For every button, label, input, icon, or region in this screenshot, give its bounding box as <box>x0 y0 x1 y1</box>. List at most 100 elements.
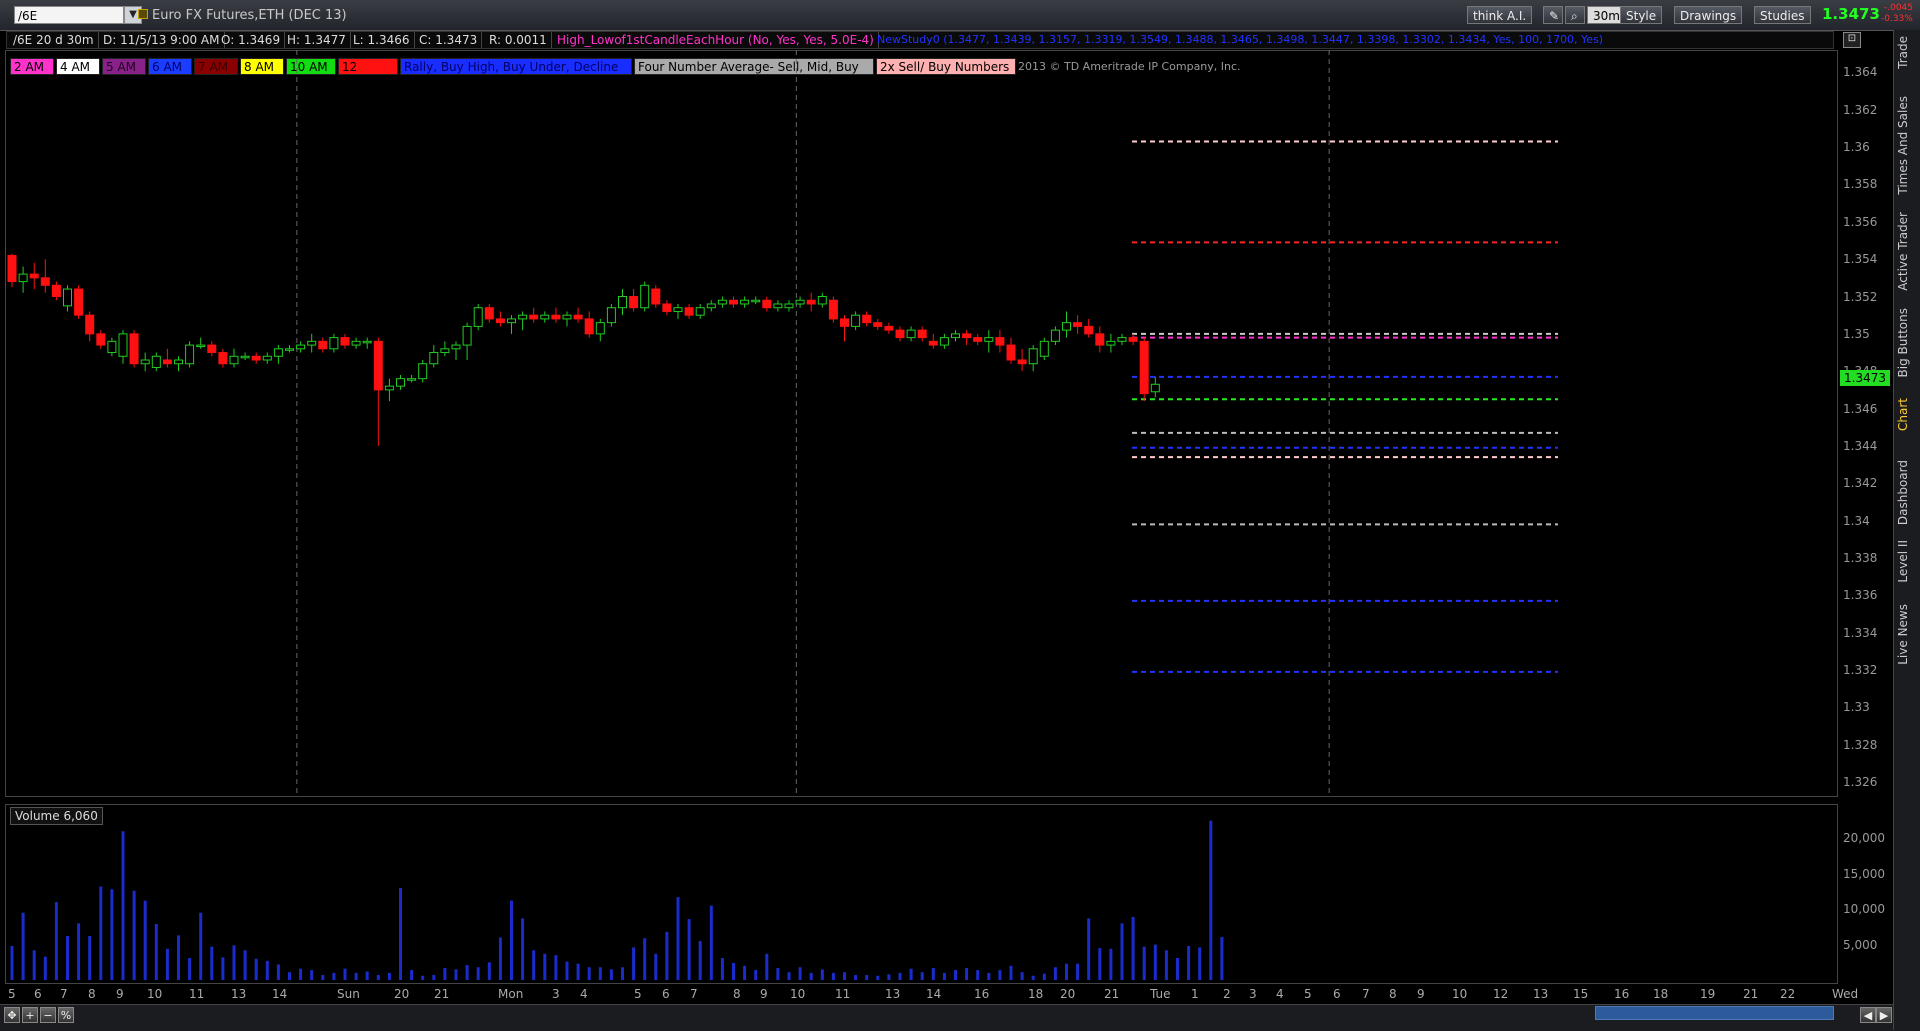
study-high-low-label[interactable]: High_Lowof1stCandleEachHour (No, Yes, Ye… <box>553 32 879 48</box>
volume-title: Volume <box>15 809 60 823</box>
time-tick: 12 <box>1493 987 1509 1001</box>
price-tick: 1.326 <box>1843 775 1878 790</box>
bar-date: D: 11/5/13 9:00 AM <box>99 32 225 48</box>
price-tick: 1.358 <box>1843 177 1878 192</box>
volume-value: 6,060 <box>63 809 98 823</box>
sidebar-tab-dashboard[interactable]: Dashboard <box>1896 460 1910 525</box>
scroll-right-icon[interactable]: ▶ <box>1876 1007 1892 1023</box>
drawings-label: Drawings <box>1680 9 1737 23</box>
time-tick: 9 <box>1417 987 1425 1001</box>
price-tick: 1.346 <box>1843 401 1878 416</box>
sidebar-tab-live-news[interactable]: Live News <box>1896 604 1910 665</box>
time-tick: 13 <box>231 987 247 1001</box>
price-tick: 1.33 <box>1843 700 1870 715</box>
zoom-tool-icon[interactable]: ⌕ <box>1565 6 1585 24</box>
price-tick: 1.35 <box>1843 326 1870 341</box>
time-tick: 13 <box>885 987 901 1001</box>
sidebar-tab-active-trader[interactable]: Active Trader <box>1896 212 1910 291</box>
scroll-left-icon[interactable]: ◀ <box>1860 1007 1876 1023</box>
zoom-icon[interactable]: ⊡ <box>1843 32 1861 48</box>
price-tick: 1.34 <box>1843 513 1870 528</box>
time-tick: 10 <box>790 987 806 1001</box>
symbol-input[interactable]: /6E <box>14 6 124 24</box>
pan-icon[interactable]: ✥ <box>4 1007 20 1023</box>
studies-label: Studies <box>1760 9 1805 23</box>
time-tick: 3 <box>552 987 560 1001</box>
time-tick: 2 <box>1223 987 1231 1001</box>
time-tick: 5 <box>634 987 642 1001</box>
volume-tick: 5,000 <box>1843 937 1878 952</box>
style-button[interactable]: Style <box>1620 6 1663 24</box>
time-tick: 19 <box>1700 987 1716 1001</box>
time-axis: 5 6 7 8 9 10 11 13 14 Sun 20 21 Mon 3 4 5 6 7 8 9 10 11 13 14 16… <box>0 984 1908 1002</box>
time-tick: 21 <box>1104 987 1120 1001</box>
time-tick: 11 <box>835 987 851 1001</box>
time-tick: 14 <box>272 987 288 1001</box>
drawings-button[interactable]: Drawings <box>1674 6 1743 24</box>
time-tick: 8 <box>88 987 96 1001</box>
top-toolbar: /6E ▼ Euro FX Futures,ETH (DEC 13) think… <box>0 0 1920 31</box>
studies-button[interactable]: Studies <box>1754 6 1811 24</box>
price-tick: 1.36 <box>1843 140 1870 155</box>
zoom-out-icon[interactable]: − <box>40 1007 56 1023</box>
crosshair-tool-icon[interactable]: ✎ <box>1543 6 1563 24</box>
price-tick: 1.328 <box>1843 737 1878 752</box>
time-tick: Mon <box>498 987 524 1001</box>
time-tick: 20 <box>394 987 410 1001</box>
price-pane[interactable] <box>5 50 1838 797</box>
sidebar-tab-chart[interactable]: Chart <box>1896 398 1910 431</box>
volume-pane[interactable] <box>5 804 1838 984</box>
price-tick: 1.342 <box>1843 476 1878 491</box>
time-tick: 6 <box>34 987 42 1001</box>
bar-open: O: 1.3469 <box>217 32 286 48</box>
sidebar-tab-big-buttons[interactable]: Big Buttons <box>1896 308 1910 377</box>
volume-tick: 15,000 <box>1843 866 1885 881</box>
bar-close: C: 1.3473 <box>415 32 483 48</box>
time-tick: 9 <box>760 987 768 1001</box>
time-tick: 5 <box>8 987 16 1001</box>
time-tick: 9 <box>116 987 124 1001</box>
price-tick: 1.344 <box>1843 438 1878 453</box>
time-tick: 7 <box>1362 987 1370 1001</box>
instrument-icon <box>138 9 148 19</box>
price-tick: 1.352 <box>1843 289 1878 304</box>
time-tick: 15 <box>1573 987 1589 1001</box>
sidebar-tab-level-ii[interactable]: Level II <box>1896 540 1910 583</box>
time-tick: Sun <box>337 987 360 1001</box>
bar-high: H: 1.3477 <box>283 32 351 48</box>
time-tick: 18 <box>1653 987 1669 1001</box>
time-scrollbar[interactable] <box>1595 1006 1834 1020</box>
time-tick: 3 <box>1249 987 1257 1001</box>
percent-icon[interactable]: % <box>58 1007 74 1023</box>
time-tick: 4 <box>1276 987 1284 1001</box>
time-tick: 16 <box>1614 987 1630 1001</box>
last-price-marker: 1.3473 <box>1840 370 1890 386</box>
bar-range: R: 0.0011 <box>485 32 552 48</box>
price-tick: 1.364 <box>1843 65 1878 80</box>
study-newstudy0-label[interactable]: NewStudy0 (1.3477, 1.3439, 1.3157, 1.331… <box>873 32 1607 48</box>
think-ai-button[interactable]: think A.I. <box>1467 6 1533 24</box>
time-tick: 10 <box>147 987 163 1001</box>
price-tick: 1.362 <box>1843 102 1878 117</box>
chart-info-bar: /6E 20 d 30m D: 11/5/13 9:00 AM O: 1.346… <box>6 31 1834 49</box>
style-label: Style <box>1626 9 1657 23</box>
sidebar-tab-times-and-sales[interactable]: Times And Sales <box>1896 96 1910 195</box>
sidebar-tab-trade[interactable]: Trade <box>1896 36 1910 69</box>
time-tick: 7 <box>60 987 68 1001</box>
time-tick: 22 <box>1780 987 1796 1001</box>
volume-tick: 10,000 <box>1843 902 1885 917</box>
price-tick: 1.356 <box>1843 214 1878 229</box>
time-tick: 7 <box>690 987 698 1001</box>
time-tick: 8 <box>733 987 741 1001</box>
bar-low: L: 1.3466 <box>349 32 415 48</box>
think-ai-label: think A.I. <box>1473 9 1527 23</box>
interval-label: 30m <box>1593 9 1620 23</box>
time-tick: 1 <box>1191 987 1199 1001</box>
time-tick: 13 <box>1533 987 1549 1001</box>
time-tick: 6 <box>1333 987 1341 1001</box>
last-price: 1.3473 <box>1822 5 1880 23</box>
price-tick: 1.332 <box>1843 663 1878 677</box>
percent-change: -0.33% <box>1881 14 1913 24</box>
zoom-in-icon[interactable]: + <box>22 1007 38 1023</box>
time-tick: 14 <box>926 987 942 1001</box>
